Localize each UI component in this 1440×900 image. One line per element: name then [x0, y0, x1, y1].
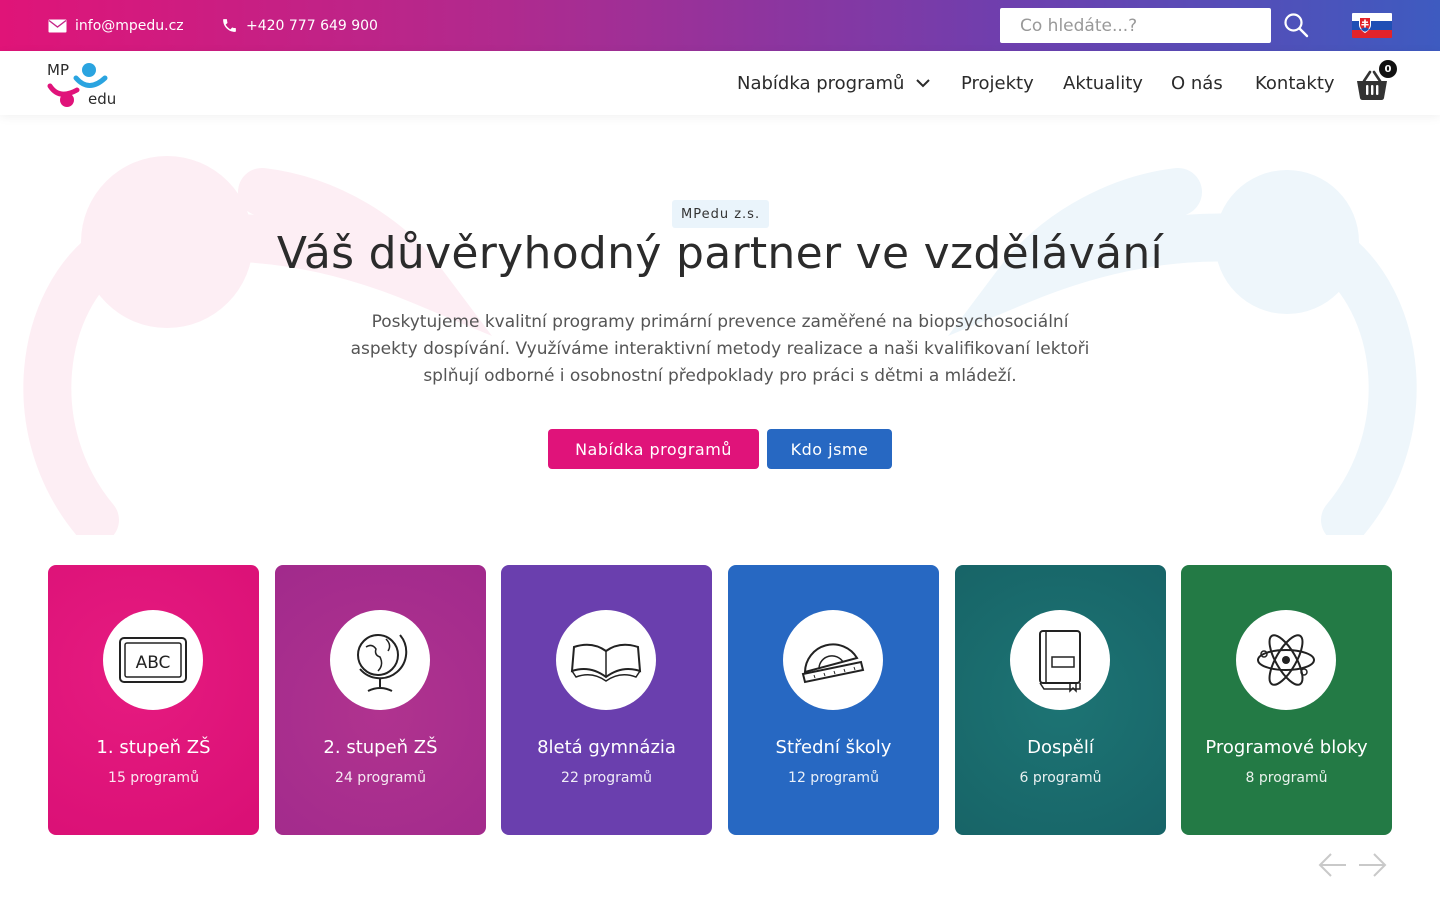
chevron-down-icon: [916, 78, 931, 87]
card-count: 6 programů: [1019, 770, 1102, 786]
phone-icon: [223, 19, 236, 32]
hero-badge: MPedu z.s.: [672, 200, 770, 228]
category-card-program-blocks[interactable]: Programové bloky 8 programů: [1181, 565, 1392, 835]
search-icon[interactable]: [1283, 12, 1309, 38]
nav-programs-label: Nabídka programů: [737, 72, 905, 94]
arrow-left-icon[interactable]: [1318, 850, 1348, 880]
protractor-icon: [783, 610, 883, 710]
card-title: Programové bloky: [1205, 737, 1368, 758]
card-count: 12 programů: [788, 770, 879, 786]
phone-text: +420 777 649 900: [246, 17, 378, 34]
globe-icon: [330, 610, 430, 710]
card-title: Dospělí: [1027, 737, 1094, 758]
card-count: 24 programů: [335, 770, 426, 786]
main-navbar: MP edu Nabídka programů Projekty Aktuali…: [0, 51, 1440, 115]
category-card-primary-1[interactable]: ABC 1. stupeň ZŠ 15 programů: [48, 565, 259, 835]
cart-count-badge: 0: [1379, 60, 1397, 78]
nav-projects[interactable]: Projekty: [961, 51, 1034, 115]
mpedu-logo[interactable]: MP edu: [47, 57, 122, 109]
closed-book-icon: [1010, 610, 1110, 710]
hero-description: Poskytujeme kvalitní programy primární p…: [350, 312, 1090, 386]
contact-email-link[interactable]: info@mpedu.cz: [48, 0, 184, 51]
category-card-adults[interactable]: Dospělí 6 programů: [955, 565, 1166, 835]
topbar: info@mpedu.cz +420 777 649 900: [0, 0, 1440, 51]
card-title: 2. stupeň ZŠ: [323, 737, 438, 758]
logo-text-mp: MP: [47, 61, 69, 79]
envelope-icon: [48, 19, 67, 32]
atom-icon: [1236, 610, 1336, 710]
card-title: 8letá gymnázia: [537, 737, 676, 758]
hero-title: Váš důvěryhodný partner ve vzdělávání: [276, 228, 1164, 279]
arrow-right-icon[interactable]: [1357, 850, 1387, 880]
search-input[interactable]: [1000, 8, 1271, 43]
card-title: 1. stupeň ZŠ: [96, 737, 211, 758]
flag-sk-icon[interactable]: [1352, 13, 1392, 38]
open-book-icon: [556, 610, 656, 710]
card-count: 8 programů: [1245, 770, 1328, 786]
nav-about[interactable]: O nás: [1171, 51, 1223, 115]
nav-programs[interactable]: Nabídka programů: [737, 51, 931, 115]
email-text: info@mpedu.cz: [75, 17, 184, 34]
logo-text-edu: edu: [88, 90, 116, 108]
nav-news[interactable]: Aktuality: [1063, 51, 1143, 115]
category-card-gymnasium[interactable]: 8letá gymnázia 22 programů: [501, 565, 712, 835]
nav-contacts[interactable]: Kontakty: [1255, 51, 1335, 115]
contact-phone-link[interactable]: +420 777 649 900: [221, 0, 378, 51]
about-us-button[interactable]: Kdo jsme: [767, 429, 892, 469]
card-count: 22 programů: [561, 770, 652, 786]
programs-button[interactable]: Nabídka programů: [548, 429, 759, 469]
card-title: Střední školy: [775, 737, 892, 758]
svg-text:ABC: ABC: [136, 653, 171, 673]
card-count: 15 programů: [108, 770, 199, 786]
abc-board-icon: ABC: [103, 610, 203, 710]
category-card-primary-2[interactable]: 2. stupeň ZŠ 24 programů: [275, 565, 486, 835]
category-card-high-school[interactable]: Střední školy 12 programů: [728, 565, 939, 835]
